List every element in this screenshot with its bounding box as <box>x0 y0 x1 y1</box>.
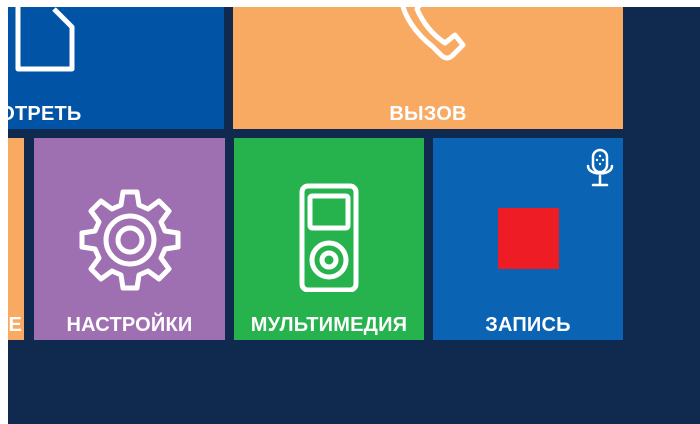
record-stop-icon <box>498 208 559 269</box>
tile-record[interactable]: ЗАПИСЬ <box>433 138 623 340</box>
home-icon <box>15 7 75 72</box>
phone-icon <box>400 7 466 61</box>
home-screen: СМОТРЕТЬ ВЫЗОВ Е НАСТРОЙКИ <box>8 7 700 424</box>
tile-view[interactable]: СМОТРЕТЬ <box>8 7 224 129</box>
tile-view-label: СМОТРЕТЬ <box>8 103 82 125</box>
tile-settings-label: НАСТРОЙКИ <box>66 314 193 336</box>
tile-record-label: ЗАПИСЬ <box>485 314 571 336</box>
tile-multimedia[interactable]: МУЛЬТИМЕДИЯ <box>234 138 424 340</box>
tile-settings[interactable]: НАСТРОЙКИ <box>34 138 225 340</box>
media-player-icon <box>299 183 359 292</box>
tile-partial-left-label: Е <box>8 314 22 336</box>
tile-multimedia-label: МУЛЬТИМЕДИЯ <box>250 314 408 336</box>
tile-partial-left[interactable]: Е <box>8 138 24 340</box>
microphone-icon <box>586 148 614 187</box>
tile-call[interactable]: ВЫЗОВ <box>233 7 623 129</box>
tile-call-label: ВЫЗОВ <box>389 103 467 125</box>
gear-icon <box>79 189 181 291</box>
